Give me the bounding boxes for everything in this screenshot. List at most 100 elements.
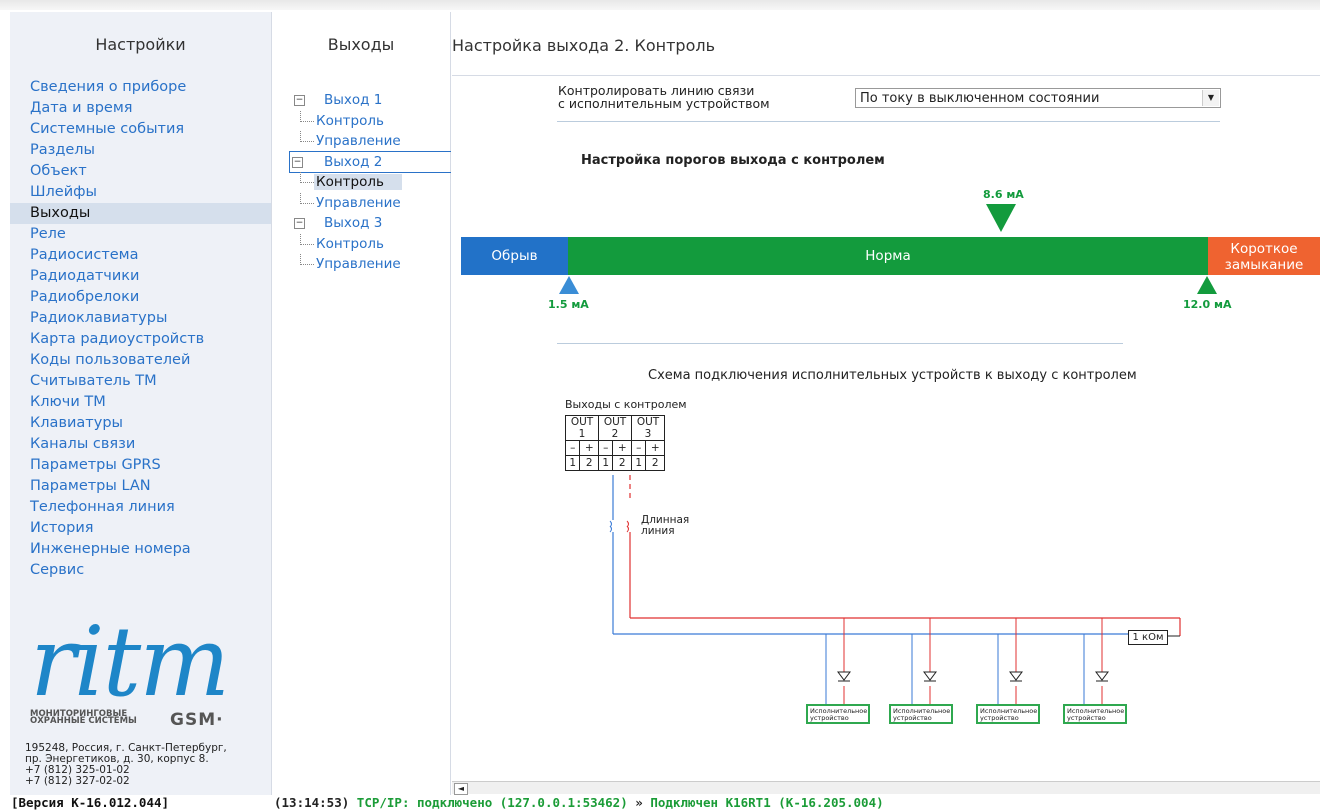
tree-leaf-label: Управление xyxy=(316,133,401,149)
tree-group-label: Выход 2 xyxy=(324,153,383,170)
settings-menu-item[interactable]: Каналы связи xyxy=(10,434,271,455)
settings-menu-item[interactable]: Сведения о приборе xyxy=(10,77,271,98)
scheme-title: Схема подключения исполнительных устройс… xyxy=(648,368,1137,383)
break-zone: Обрыв xyxy=(461,237,568,275)
tree-leaf[interactable]: Контроль xyxy=(292,110,452,132)
tree-group-output[interactable]: − Выход 3 xyxy=(292,213,452,234)
tree-leaf[interactable]: Управление xyxy=(292,254,452,275)
settings-menu-item[interactable]: Разделы xyxy=(10,140,271,161)
norm-zone: Норма xyxy=(568,237,1208,275)
logo-word: ritm xyxy=(30,606,230,718)
settings-menu-item[interactable]: Телефонная линия xyxy=(10,497,271,518)
settings-menu-item[interactable]: Ключи ТМ xyxy=(10,392,271,413)
divider xyxy=(452,75,1320,76)
device-branch xyxy=(825,618,851,706)
tree-leaf[interactable]: Управление xyxy=(292,131,452,152)
horizontal-scrollbar[interactable]: ◄ xyxy=(452,781,1320,795)
short-threshold-value: 12.0 мА xyxy=(1183,298,1232,311)
device-label-2: устройство xyxy=(893,714,932,722)
collapse-icon[interactable]: − xyxy=(294,95,305,106)
pin: 2 xyxy=(645,455,665,471)
tree-line xyxy=(300,182,314,183)
tree-leaf-label: Управление xyxy=(316,256,401,272)
settings-menu-item[interactable]: Системные события xyxy=(10,119,271,140)
collapse-icon[interactable]: − xyxy=(294,218,305,229)
settings-menu-item[interactable]: Клавиатуры xyxy=(10,413,271,434)
scroll-left-icon[interactable]: ◄ xyxy=(454,783,468,795)
settings-menu-item[interactable]: Дата и время xyxy=(10,98,271,119)
thresholds-title: Настройка порогов выхода с контролем xyxy=(581,153,885,168)
tree-line xyxy=(300,120,314,122)
outputs-tree: − Выход 1 Контроль Управление − Выход 2 Контро… xyxy=(289,90,453,275)
pin: 1 xyxy=(597,455,614,471)
short-threshold-marker[interactable] xyxy=(1197,276,1217,294)
settings-menu-item[interactable]: Коды пользователей xyxy=(10,350,271,371)
top-threshold-marker[interactable] xyxy=(986,204,1016,232)
tree-line xyxy=(300,264,314,265)
tree-leaf[interactable]: Управление xyxy=(292,192,452,214)
device-box: Исполнительное устройство xyxy=(976,704,1040,724)
control-line-label-2: с исполнительным устройством xyxy=(558,96,770,111)
settings-menu-item[interactable]: Параметры GPRS xyxy=(10,455,271,476)
wiring-diagram xyxy=(609,475,1181,706)
device-label-2: устройство xyxy=(810,714,849,722)
settings-menu-item[interactable]: Реле xyxy=(10,224,271,245)
break-threshold-value: 1.5 мА xyxy=(548,298,589,311)
settings-menu-item[interactable]: Радиобрелоки xyxy=(10,287,271,308)
settings-menu-item[interactable]: Инженерные номера xyxy=(10,539,271,560)
device-branch xyxy=(1083,618,1109,706)
tree-group-output[interactable]: − Выход 2 xyxy=(289,150,453,173)
pin: 1 xyxy=(564,455,581,471)
short-circuit-zone: Короткое замыкание xyxy=(1208,237,1320,275)
device-box: Исполнительное устройство xyxy=(1063,704,1127,724)
device-branch xyxy=(911,618,937,706)
tree-leaf[interactable]: Контроль xyxy=(292,233,452,255)
out-header: OUT 1 xyxy=(565,415,599,441)
out-header: OUT 3 xyxy=(631,415,665,441)
control-mode-select[interactable]: По току в выключенном состоянии ▼ xyxy=(855,88,1221,108)
version-label: [Версия К-16.012.044] xyxy=(11,795,170,810)
settings-menu-item[interactable]: Считыватель ТМ xyxy=(10,371,271,392)
tree-line xyxy=(300,243,314,245)
tree-leaf[interactable]: Контроль xyxy=(292,172,452,193)
settings-menu-item[interactable]: Шлейфы xyxy=(10,182,271,203)
outputs-tree-title: Выходы xyxy=(327,35,395,54)
tree-leaf-label: Контроль xyxy=(316,235,384,252)
connection-status: (13:14:53) TCP/IP: подключено (127.0.0.1… xyxy=(274,795,884,810)
divider xyxy=(557,121,1220,122)
settings-menu-item[interactable]: Радиосистема xyxy=(10,245,271,266)
settings-menu-item[interactable]: Объект xyxy=(10,161,271,182)
settings-menu-item[interactable]: История xyxy=(10,518,271,539)
chevron-down-icon[interactable]: ▼ xyxy=(1202,90,1219,106)
settings-menu-item[interactable]: Параметры LAN xyxy=(10,476,271,497)
break-threshold-marker[interactable] xyxy=(559,276,579,294)
pin: 2 xyxy=(612,455,632,471)
polarity: – xyxy=(597,440,614,456)
settings-menu-item[interactable]: Радиоклавиатуры xyxy=(10,308,271,329)
short-circuit-label-1: Короткое xyxy=(1230,241,1298,257)
control-mode-value: По току в выключенном состоянии xyxy=(860,91,1100,106)
status-time: (13:14:53) xyxy=(274,795,350,810)
settings-menu-item[interactable]: Карта радиоустройств xyxy=(10,329,271,350)
device-branch xyxy=(997,618,1023,706)
outputs-tree-panel: Выходы − Выход 1 Контроль Управление − Выход … xyxy=(272,12,453,795)
polarity: + xyxy=(579,440,599,456)
tree-group-label: Выход 3 xyxy=(324,215,383,231)
settings-menu-item[interactable]: Радиодатчики xyxy=(10,266,271,287)
logo-gsm: GSM· xyxy=(170,710,224,730)
tree-line xyxy=(300,202,314,204)
polarity: + xyxy=(612,440,632,456)
settings-sidebar: Настройки Сведения о приборе Дата и время… xyxy=(10,12,272,795)
device-label-2: устройство xyxy=(1067,714,1106,722)
address-line: +7 (812) 327-02-02 xyxy=(25,775,130,787)
settings-menu-item[interactable]: Сервис xyxy=(10,560,271,581)
window-top-strip xyxy=(0,0,1320,10)
settings-menu: Сведения о приборе Дата и время Системные … xyxy=(10,77,271,581)
settings-menu-item[interactable]: Выходы xyxy=(10,203,271,224)
device-status: Подключен K16RT1 (K-16.205.004) xyxy=(650,795,884,810)
ritm-logo: ritm МОНИТОРИНГОВЫЕ ОХРАННЫЕ СИСТЕМЫ GSM… xyxy=(30,606,230,730)
tree-group-output[interactable]: − Выход 1 xyxy=(292,90,452,111)
collapse-icon[interactable]: − xyxy=(292,156,303,168)
tree-group-label: Выход 1 xyxy=(324,92,383,108)
tree-leaf-label: Контроль xyxy=(316,112,384,129)
